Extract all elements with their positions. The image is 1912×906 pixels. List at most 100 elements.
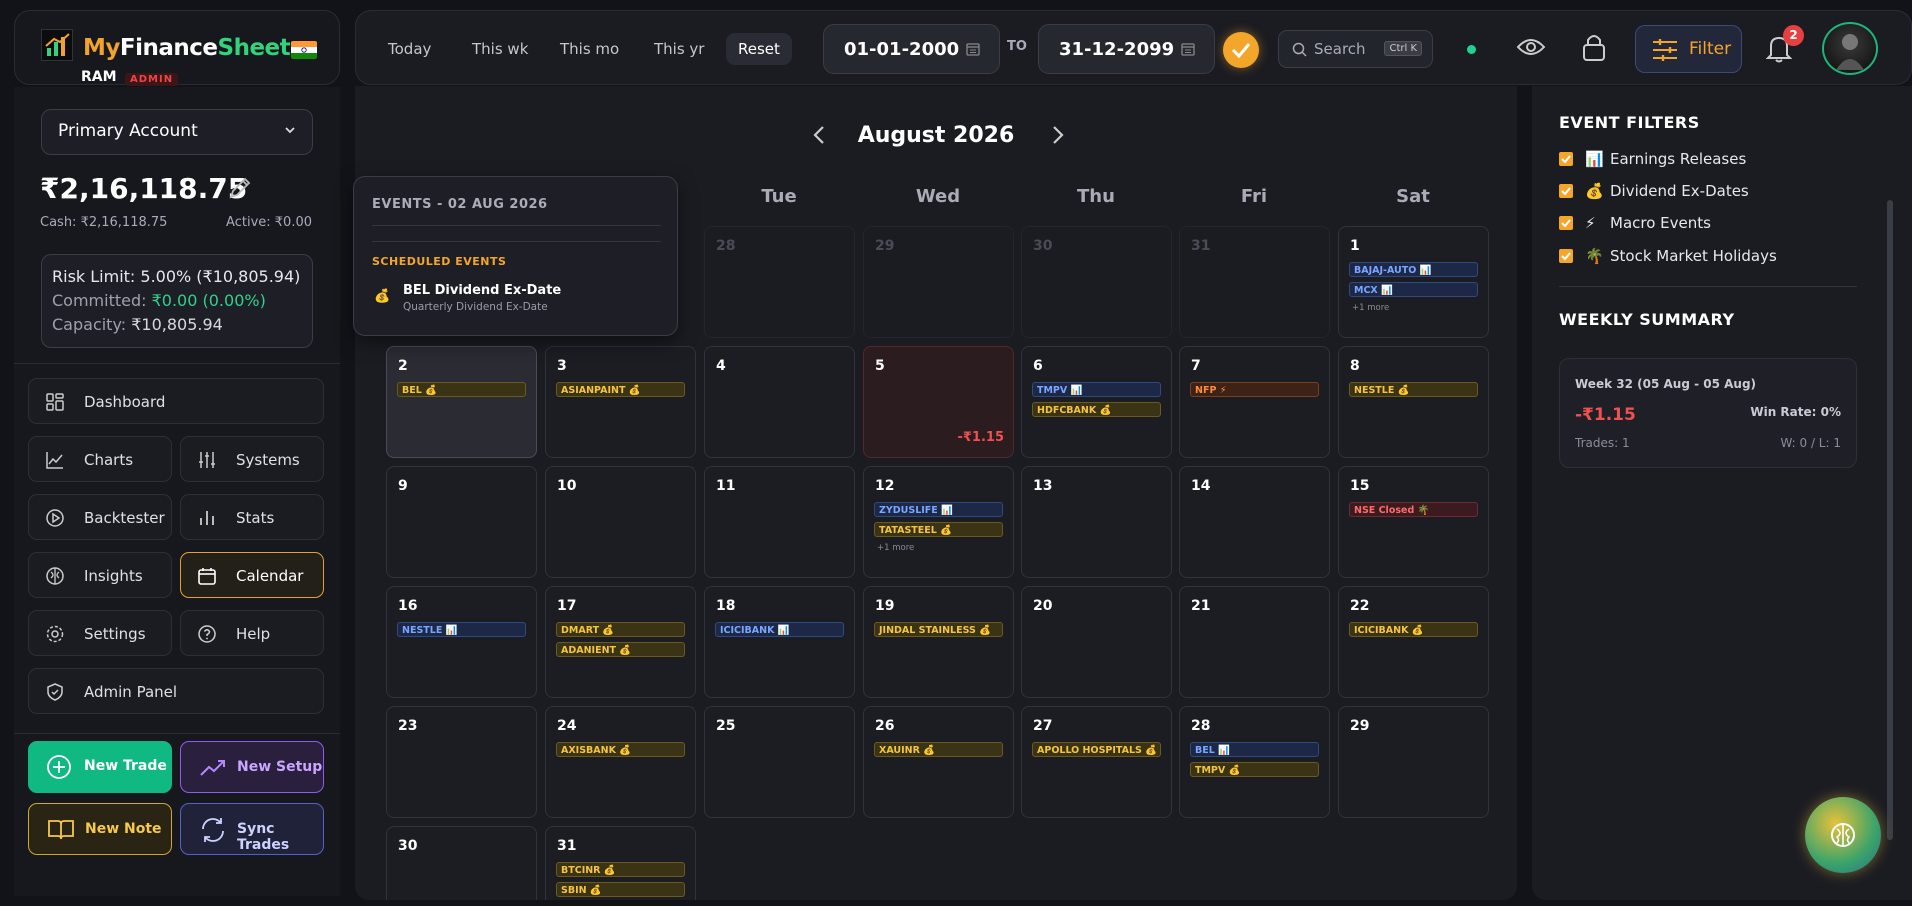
- new-trade-button[interactable]: New Trade: [28, 741, 172, 793]
- event-chip[interactable]: ADANIENT 💰: [556, 642, 685, 657]
- reset-button[interactable]: Reset: [726, 33, 792, 65]
- event-chip[interactable]: NSE Closed 🌴: [1349, 502, 1478, 517]
- calendar-day[interactable]: 16 NESTLE 📊: [386, 586, 537, 698]
- calendar-day-prev[interactable]: 28: [704, 226, 855, 338]
- nav-help[interactable]: Help: [180, 610, 324, 656]
- nav-stats[interactable]: Stats: [180, 494, 324, 540]
- week-summary-card[interactable]: Week 32 (05 Aug - 05 Aug) -₹1.15 Win Rat…: [1559, 358, 1857, 468]
- event-chip[interactable]: AXISBANK 💰: [556, 742, 685, 757]
- calendar-day[interactable]: 1 BAJAJ-AUTO 📊 MCX 📊 +1 more: [1338, 226, 1489, 338]
- calendar-day[interactable]: 29: [1338, 706, 1489, 818]
- calendar-day[interactable]: 20: [1021, 586, 1172, 698]
- calendar-day[interactable]: 17 DMART 💰 ADANIENT 💰: [545, 586, 696, 698]
- event-chip[interactable]: SBIN 💰: [556, 882, 685, 897]
- apply-date-button[interactable]: [1223, 32, 1259, 68]
- calendar-day[interactable]: 30: [386, 826, 537, 900]
- event-chip[interactable]: NESTLE 💰: [1349, 382, 1478, 397]
- calendar-day[interactable]: 12 ZYDUSLIFE 📊 TATASTEEL 💰 +1 more: [863, 466, 1014, 578]
- event-chip[interactable]: HDFCBANK 💰: [1032, 402, 1161, 417]
- calendar-day[interactable]: 26 XAUINR 💰: [863, 706, 1014, 818]
- calendar-day[interactable]: 15 NSE Closed 🌴: [1338, 466, 1489, 578]
- event-subtitle: Quarterly Dividend Ex-Date: [403, 301, 548, 313]
- calendar-day[interactable]: 4: [704, 346, 855, 458]
- this-month-button[interactable]: This mo: [548, 33, 631, 65]
- calendar-day[interactable]: 23: [386, 706, 537, 818]
- event-chip[interactable]: BEL 📊: [1190, 742, 1319, 757]
- nav-backtester[interactable]: Backtester: [28, 494, 172, 540]
- calendar-day[interactable]: 25: [704, 706, 855, 818]
- calendar-day[interactable]: 22 ICICIBANK 💰: [1338, 586, 1489, 698]
- nav-systems[interactable]: Systems: [180, 436, 324, 482]
- avatar[interactable]: [1822, 22, 1878, 75]
- event-chip[interactable]: NFP ⚡: [1190, 382, 1319, 397]
- calendar-day[interactable]: 11: [704, 466, 855, 578]
- event-chip[interactable]: APOLLO HOSPITALS 💰: [1032, 742, 1161, 757]
- calendar-day[interactable]: 10: [545, 466, 696, 578]
- calendar-day-loss[interactable]: 5 -₹1.15: [863, 346, 1014, 458]
- event-chip[interactable]: TATASTEEL 💰: [874, 522, 1003, 537]
- event-chip[interactable]: BTCINR 💰: [556, 862, 685, 877]
- calendar-day-prev[interactable]: 31: [1179, 226, 1330, 338]
- checkbox-checked-icon[interactable]: [1559, 184, 1573, 198]
- calendar-day[interactable]: 14: [1179, 466, 1330, 578]
- checkbox-checked-icon[interactable]: [1559, 152, 1573, 166]
- more-events-link[interactable]: +1 more: [1352, 303, 1389, 313]
- calendar-day[interactable]: 19 JINDAL STAINLESS 💰: [863, 586, 1014, 698]
- this-week-button[interactable]: This wk: [460, 33, 540, 65]
- calendar-day[interactable]: 27 APOLLO HOSPITALS 💰: [1021, 706, 1172, 818]
- nav-settings[interactable]: Settings: [28, 610, 172, 656]
- ai-assistant-button[interactable]: [1805, 797, 1881, 873]
- calendar-day-selected[interactable]: 2 BEL 💰: [386, 346, 537, 458]
- event-chip[interactable]: ASIANPAINT 💰: [556, 382, 685, 397]
- to-date-input[interactable]: 31-12-2099: [1038, 24, 1215, 74]
- sync-trades-button[interactable]: Sync Trades: [180, 803, 324, 855]
- calendar-day[interactable]: 3 ASIANPAINT 💰: [545, 346, 696, 458]
- calendar-day[interactable]: 28 BEL 📊 TMPV 💰: [1179, 706, 1330, 818]
- calendar-day[interactable]: 6 TMPV 📊 HDFCBANK 💰: [1021, 346, 1172, 458]
- calendar-day[interactable]: 9: [386, 466, 537, 578]
- event-chip[interactable]: BAJAJ-AUTO 📊: [1349, 262, 1478, 277]
- account-select[interactable]: Primary Account: [41, 109, 313, 155]
- calendar-day-prev[interactable]: 30: [1021, 226, 1172, 338]
- calendar-day[interactable]: 8 NESTLE 💰: [1338, 346, 1489, 458]
- event-chip[interactable]: BEL 💰: [397, 382, 526, 397]
- calendar-day[interactable]: 24 AXISBANK 💰: [545, 706, 696, 818]
- event-chip[interactable]: NESTLE 📊: [397, 622, 526, 637]
- calendar-day[interactable]: 18 ICICIBANK 📊: [704, 586, 855, 698]
- chevron-right-icon[interactable]: [1050, 124, 1066, 150]
- this-year-button[interactable]: This yr: [642, 33, 716, 65]
- new-note-button[interactable]: New Note: [28, 803, 172, 855]
- calendar-day[interactable]: 31 BTCINR 💰 SBIN 💰: [545, 826, 696, 900]
- nav-dashboard[interactable]: Dashboard: [28, 378, 324, 424]
- search-input[interactable]: Search Ctrl K: [1278, 30, 1433, 68]
- event-chip[interactable]: JINDAL STAINLESS 💰: [874, 622, 1003, 637]
- nav-charts[interactable]: Charts: [28, 436, 172, 482]
- from-date-input[interactable]: 01-01-2000: [823, 24, 1000, 74]
- checkbox-checked-icon[interactable]: [1559, 216, 1573, 230]
- event-title[interactable]: BEL Dividend Ex-Date: [403, 283, 561, 298]
- filter-button[interactable]: Filter: [1635, 25, 1742, 73]
- scrollbar[interactable]: [1887, 200, 1893, 840]
- event-chip[interactable]: ICICIBANK 💰: [1349, 622, 1478, 637]
- today-button[interactable]: Today: [376, 33, 443, 65]
- event-chip[interactable]: ZYDUSLIFE 📊: [874, 502, 1003, 517]
- nav-calendar[interactable]: Calendar: [180, 552, 324, 598]
- calendar-day[interactable]: 13: [1021, 466, 1172, 578]
- new-setup-button[interactable]: New Setup: [180, 741, 324, 793]
- lock-icon[interactable]: [1581, 32, 1607, 66]
- calendar-day[interactable]: 21: [1179, 586, 1330, 698]
- nav-admin-panel[interactable]: Admin Panel: [28, 668, 324, 714]
- more-events-link[interactable]: +1 more: [877, 543, 914, 553]
- event-chip[interactable]: MCX 📊: [1349, 282, 1478, 297]
- event-chip[interactable]: TMPV 📊: [1032, 382, 1161, 397]
- eye-icon[interactable]: [1516, 35, 1546, 63]
- calendar-day[interactable]: 7 NFP ⚡: [1179, 346, 1330, 458]
- event-chip[interactable]: TMPV 💰: [1190, 762, 1319, 777]
- event-chip[interactable]: ICICIBANK 📊: [715, 622, 844, 637]
- nav-insights[interactable]: Insights: [28, 552, 172, 598]
- checkbox-checked-icon[interactable]: [1559, 249, 1573, 263]
- event-chip[interactable]: XAUINR 💰: [874, 742, 1003, 757]
- calendar-day-prev[interactable]: 29: [863, 226, 1014, 338]
- event-chip[interactable]: DMART 💰: [556, 622, 685, 637]
- edit-pencil-icon[interactable]: [226, 174, 254, 202]
